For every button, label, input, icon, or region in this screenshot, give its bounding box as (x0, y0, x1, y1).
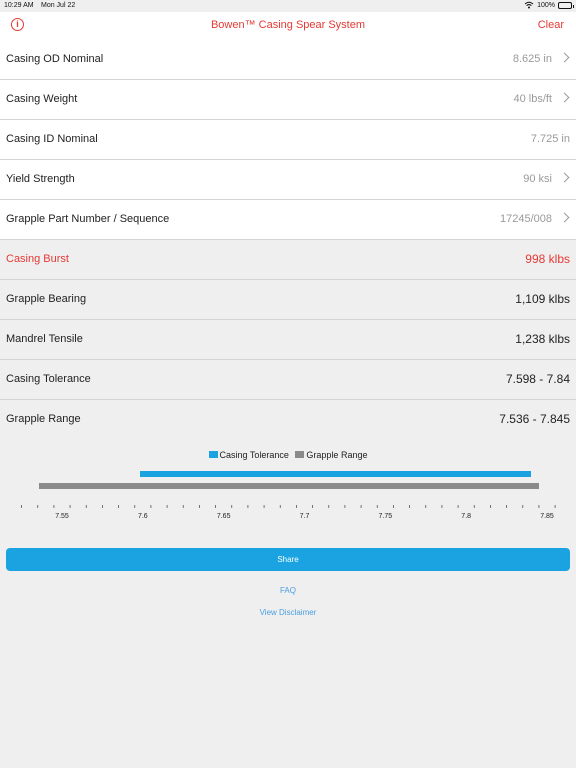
row-label: Grapple Range (6, 413, 81, 425)
row-label: Grapple Part Number / Sequence (6, 213, 170, 225)
row-label: Casing OD Nominal (6, 53, 104, 65)
faq-link[interactable]: FAQ (0, 586, 576, 595)
chevron-right-icon (559, 52, 570, 63)
status-time: 10:29 AM (4, 2, 34, 9)
row-label: Casing ID Nominal (6, 133, 98, 145)
input-row-yield-strength[interactable]: Yield Strength 90 ksi (0, 160, 576, 200)
range-chart: Casing Tolerance Grapple Range 7.55 7.6 7.… (0, 440, 576, 530)
tick-label: 7.6 (138, 513, 148, 520)
row-label: Grapple Bearing (6, 293, 87, 305)
tick-label: 7.85 (540, 513, 554, 520)
status-date: Mon Jul 22 (41, 2, 76, 9)
battery-percent: 100% (537, 1, 555, 9)
status-bar: 10:29 AM Mon Jul 22 100% (0, 0, 576, 12)
result-row-mandrel-tensile: Mandrel Tensile 1,238 klbs (0, 320, 576, 360)
row-label: Casing Tolerance (6, 373, 91, 385)
tick-label: 7.65 (217, 513, 231, 520)
row-label: Casing Burst (6, 253, 69, 265)
share-button[interactable]: Share (6, 548, 570, 571)
result-row-casing-tolerance: Casing Tolerance 7.598 - 7.84 (0, 360, 576, 400)
result-row-grapple-bearing: Grapple Bearing 1,109 klbs (0, 280, 576, 320)
row-value: 90 ksi (523, 173, 552, 185)
wifi-icon (524, 1, 534, 9)
input-row-casing-weight[interactable]: Casing Weight 40 lbs/ft (0, 80, 576, 120)
row-label: Mandrel Tensile (6, 333, 83, 345)
row-label: Yield Strength (6, 173, 75, 185)
row-label: Casing Weight (6, 93, 78, 105)
view-disclaimer-link[interactable]: View Disclaimer (0, 608, 576, 617)
row-value: 7.536 - 7.845 (499, 412, 570, 426)
status-indicators: 100% (524, 1, 574, 9)
result-row-grapple-range: Grapple Range 7.536 - 7.845 (0, 400, 576, 440)
chart-axis: 7.55 7.6 7.65 7.7 7.75 7.8 7.85 (21, 505, 556, 520)
chevron-right-icon (559, 172, 570, 183)
tick-label: 7.8 (461, 513, 471, 520)
battery-icon (558, 1, 574, 9)
tick-label: 7.7 (300, 513, 310, 520)
chevron-right-icon (559, 212, 570, 223)
row-value: 17245/008 (500, 213, 552, 225)
tick-label: 7.55 (55, 513, 69, 520)
row-value: 8.625 in (512, 53, 552, 65)
row-value: 998 klbs (525, 252, 570, 266)
input-row-casing-id: Casing ID Nominal 7.725 in (0, 120, 576, 160)
row-value: 7.725 in (530, 133, 570, 145)
input-row-grapple-part[interactable]: Grapple Part Number / Sequence 17245/008 (0, 200, 576, 240)
nav-bar: i Bowen™ Casing Spear System Clear (0, 12, 576, 40)
tick-label: 7.75 (379, 513, 393, 520)
chevron-right-icon (559, 92, 570, 103)
result-row-casing-burst: Casing Burst 998 klbs (0, 240, 576, 280)
row-value: 1,238 klbs (515, 332, 570, 346)
page-title: Bowen™ Casing Spear System (210, 19, 366, 31)
row-value: 7.598 - 7.84 (505, 372, 570, 386)
row-value: 40 lbs/ft (513, 93, 552, 105)
row-value: 1,109 klbs (515, 292, 570, 306)
input-row-casing-od[interactable]: Casing OD Nominal 8.625 in (0, 40, 576, 80)
clear-button[interactable]: Clear (538, 19, 564, 31)
